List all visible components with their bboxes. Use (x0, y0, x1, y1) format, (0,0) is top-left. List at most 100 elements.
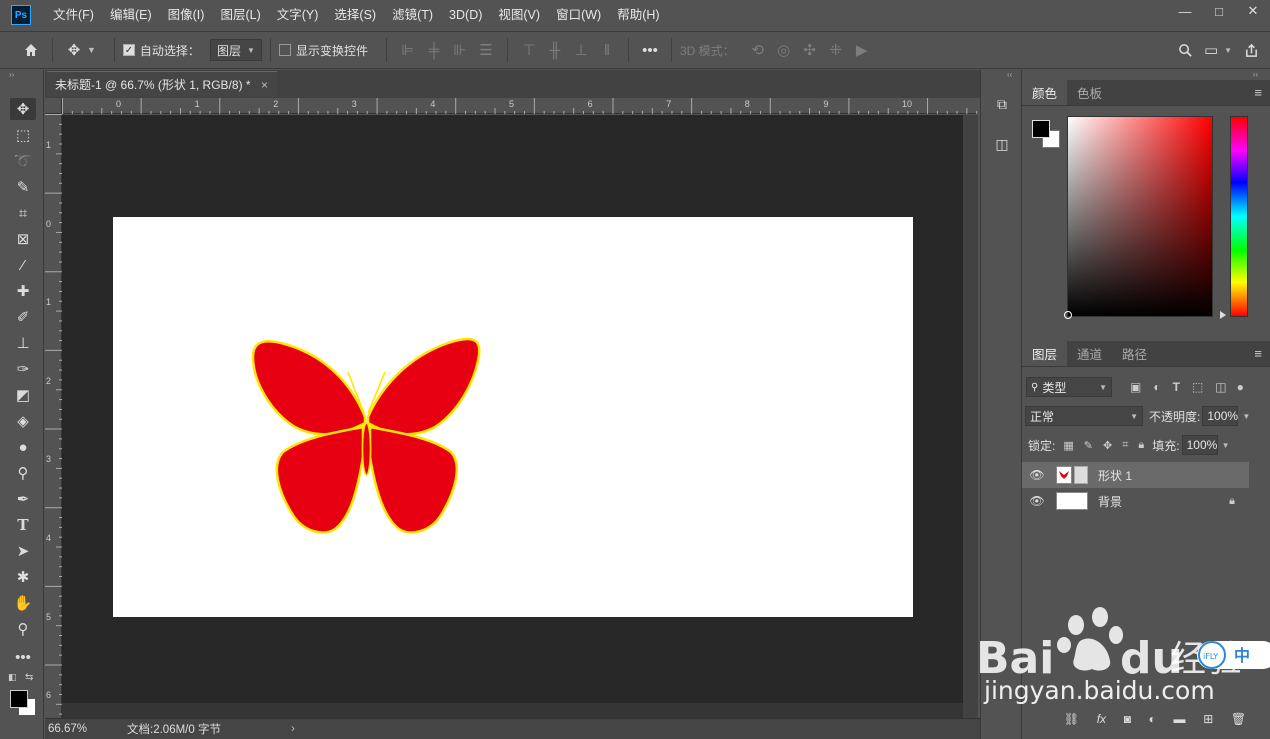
chevron-down-icon[interactable]: ▼ (87, 45, 96, 55)
close-tab-icon[interactable]: × (261, 78, 268, 92)
panel-menu-icon[interactable]: ≡ (1254, 80, 1262, 105)
filter-adjustment-icon[interactable]: ◐ (1153, 380, 1160, 394)
custom-shape-tool-icon[interactable]: ✱ (10, 566, 36, 588)
layer-name[interactable]: 形状 1 (1098, 467, 1132, 484)
lasso-tool-icon[interactable]: ➰ (10, 150, 36, 172)
hand-tool-icon[interactable]: ✋ (10, 592, 36, 614)
search-icon[interactable] (1172, 37, 1198, 63)
color-panel-foreground-swatch[interactable] (1032, 120, 1050, 138)
show-transform-checkbox[interactable] (278, 44, 291, 56)
frame-tool-icon[interactable]: ⊠ (10, 228, 36, 250)
zoom-level[interactable]: 66.67% (48, 723, 87, 735)
auto-select-target-dropdown[interactable]: 图层 ▼ (209, 39, 262, 61)
opacity-field[interactable]: 100% (1202, 406, 1239, 426)
share-icon[interactable] (1238, 37, 1264, 63)
lock-all-icon[interactable]: 🔒︎ (1138, 439, 1144, 452)
visibility-eye-icon[interactable]: 👁︎ (1022, 494, 1052, 508)
expand-icon[interactable]: ‹‹ (1007, 70, 1012, 79)
orbit-3d-icon[interactable]: ⟲ (745, 37, 771, 63)
tab-swatches[interactable]: 色板 (1067, 80, 1112, 105)
type-tool-icon[interactable]: T (10, 514, 36, 536)
lock-transparent-icon[interactable]: ▦ (1063, 439, 1073, 452)
menu-select[interactable]: 选择(S) (326, 0, 384, 30)
menu-3d[interactable]: 3D(D) (441, 0, 490, 30)
layer-row-shape-1[interactable]: 👁︎ 形状 1 (1022, 462, 1249, 488)
align-left-icon[interactable]: ⊫ (395, 37, 421, 63)
swap-colors-icon[interactable]: ⇆ (25, 672, 33, 683)
filter-toggle-icon[interactable]: ● (1237, 380, 1244, 394)
crop-tool-icon[interactable]: ⌗ (10, 202, 36, 224)
panel-menu-icon[interactable]: ≡ (1254, 341, 1262, 366)
home-icon[interactable] (18, 37, 44, 63)
chevron-right-icon[interactable]: › (291, 723, 295, 735)
filter-smart-object-icon[interactable]: ◫ (1215, 380, 1226, 394)
path-select-tool-icon[interactable]: ➤ (10, 540, 36, 562)
tab-paths[interactable]: 路径 (1112, 341, 1157, 366)
maximize-button[interactable]: □ (1202, 0, 1236, 22)
menu-file[interactable]: 文件(F) (45, 0, 102, 30)
more-options-button[interactable]: ••• (637, 37, 663, 63)
fill-field[interactable]: 100% (1181, 435, 1218, 455)
vertical-ruler[interactable] (45, 114, 62, 718)
close-window-button[interactable]: ✕ (1236, 0, 1270, 22)
hue-slider[interactable] (1230, 116, 1248, 317)
mask-icon[interactable]: ◙ (1124, 712, 1131, 732)
marquee-tool-icon[interactable]: ⬚ (10, 124, 36, 146)
filter-shape-icon[interactable]: ⬚ (1192, 380, 1203, 394)
3d-panel-icon[interactable]: ◫ (992, 134, 1012, 154)
move-tool-preset-icon[interactable]: ✥ (61, 37, 87, 63)
align-vcenter-icon[interactable]: ╫ (542, 37, 568, 63)
pan-3d-icon[interactable]: ✣ (797, 37, 823, 63)
zoom-tool-icon[interactable]: ⚲ (10, 618, 36, 640)
menu-help[interactable]: 帮助(H) (609, 0, 667, 30)
filter-type-icon[interactable]: T (1173, 380, 1180, 394)
menu-layer[interactable]: 图层(L) (212, 0, 268, 30)
foreground-color-swatch[interactable] (10, 690, 28, 708)
fx-icon[interactable]: fx (1097, 712, 1106, 732)
trash-icon[interactable]: 🗑︎ (1231, 712, 1246, 732)
menu-window[interactable]: 窗口(W) (548, 0, 609, 30)
chevron-down-icon[interactable]: ▼ (1224, 46, 1232, 55)
blend-mode-dropdown[interactable]: 正常 ▼ (1025, 406, 1143, 426)
tab-color[interactable]: 颜色 (1022, 80, 1068, 105)
dodge-tool-icon[interactable]: ⚲ (10, 462, 36, 484)
menu-view[interactable]: 视图(V) (490, 0, 548, 30)
adjustment-icon[interactable]: ◐ (1149, 712, 1156, 732)
eraser-tool-icon[interactable]: ◩ (10, 384, 36, 406)
lock-pixels-icon[interactable]: ✎ (1084, 439, 1093, 452)
layer-filter-dropdown[interactable]: ⚲ 类型 ▼ (1026, 377, 1112, 397)
distribute-icon[interactable]: ☰ (473, 37, 499, 63)
tab-layers[interactable]: 图层 (1022, 341, 1068, 366)
slide-3d-icon[interactable]: ⁜ (823, 37, 849, 63)
folder-icon[interactable]: ▬ (1174, 712, 1186, 732)
tab-channels[interactable]: 通道 (1067, 341, 1112, 366)
move-tool-icon[interactable]: ✥ (10, 98, 36, 120)
history-panel-icon[interactable]: ⧉ (992, 94, 1012, 114)
lock-artboard-icon[interactable]: ⌗ (1122, 439, 1128, 452)
hue-slider-handle[interactable] (1220, 311, 1226, 319)
more-tools-icon[interactable]: ••• (10, 646, 36, 668)
align-right-icon[interactable]: ⊪ (447, 37, 473, 63)
lock-position-icon[interactable]: ✥ (1103, 439, 1112, 452)
pen-tool-icon[interactable]: ✒ (10, 488, 36, 510)
horizontal-scrollbar[interactable] (62, 703, 963, 718)
minimize-button[interactable]: — (1168, 0, 1202, 22)
document-canvas[interactable] (113, 217, 913, 617)
collapse-icon[interactable]: ›› (9, 70, 14, 79)
align-bottom-icon[interactable]: ⊥ (568, 37, 594, 63)
layer-row-background[interactable]: 👁︎ 背景 🔒︎ (1022, 488, 1249, 514)
new-layer-icon[interactable]: ⊞ (1203, 712, 1213, 732)
healing-brush-tool-icon[interactable]: ✚ (10, 280, 36, 302)
eyedropper-tool-icon[interactable]: ⁄ (10, 254, 36, 276)
menu-filter[interactable]: 滤镜(T) (384, 0, 441, 30)
default-colors-icon[interactable]: ◧ (8, 672, 17, 683)
menu-image[interactable]: 图像(I) (160, 0, 213, 30)
workspace-icon[interactable]: ▭ (1198, 37, 1224, 63)
menu-type[interactable]: 文字(Y) (269, 0, 327, 30)
color-picker-field[interactable] (1067, 116, 1213, 317)
distribute-vertical-icon[interactable]: ‖ (594, 37, 620, 63)
butterfly-shape[interactable] (113, 217, 913, 617)
blur-tool-icon[interactable]: ● (10, 436, 36, 458)
link-icon[interactable]: ⛓︎ (1064, 712, 1079, 732)
stamp-tool-icon[interactable]: ⊥ (10, 332, 36, 354)
